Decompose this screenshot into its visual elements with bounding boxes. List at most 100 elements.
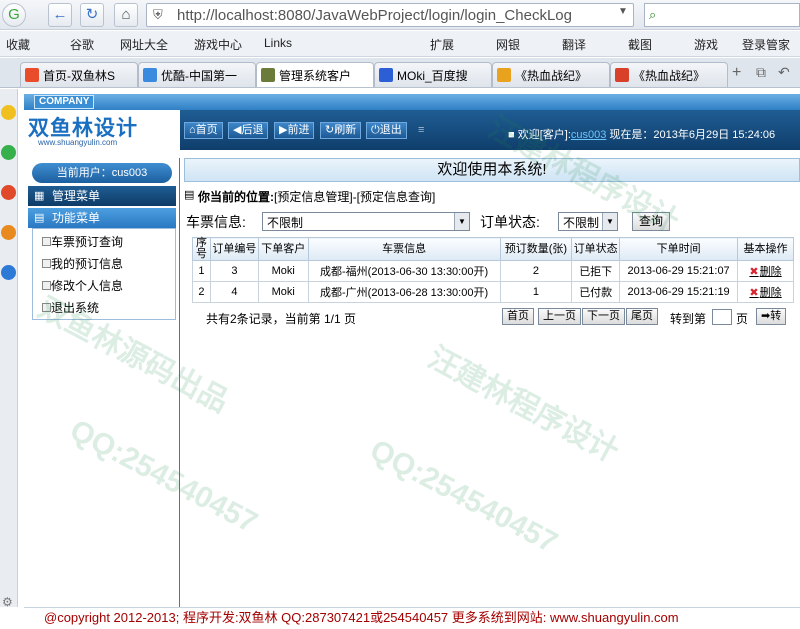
next-page-button[interactable]: 下一页: [582, 308, 625, 325]
status-label: 订单状态:: [480, 214, 540, 230]
bookmark-item[interactable]: 游戏中心: [194, 36, 242, 53]
forward-button[interactable]: ▶前进: [274, 122, 315, 139]
bookmark-item[interactable]: 截图: [628, 36, 652, 53]
go-button[interactable]: ➡转: [756, 308, 787, 325]
delete-link[interactable]: 删除: [749, 266, 781, 278]
browser-tab-active[interactable]: 管理系统客户: [256, 62, 374, 87]
bookmark-item[interactable]: 登录管家: [742, 36, 800, 53]
welcome-text: ■ 欢迎[客户]:cus003 现在是：2013年6月29日 15:24:06: [508, 129, 776, 141]
chevron-down-icon[interactable]: ▼: [618, 6, 628, 17]
refresh-button[interactable]: ↻刷新: [320, 122, 362, 139]
col-actions: 基本操作: [737, 237, 794, 261]
company-tag: COMPANY: [34, 95, 95, 109]
tab-favicon-icon: [143, 68, 157, 82]
browser-logo-icon[interactable]: G: [2, 3, 26, 27]
func-menu-header[interactable]: ▤ 功能菜单: [28, 208, 176, 228]
bookmark-item[interactable]: Links: [264, 36, 292, 50]
col-order-id: 订单编号: [209, 237, 259, 261]
bookmark-item[interactable]: 扩展: [430, 36, 454, 53]
browser-tab[interactable]: 《热血战纪》: [492, 62, 610, 87]
list-icon: ▤: [34, 212, 45, 224]
prev-page-button[interactable]: 上一页: [538, 308, 581, 325]
cell: 删除: [737, 281, 794, 303]
grip-icon: ≡: [418, 124, 425, 136]
user-link[interactable]: cus003: [571, 129, 606, 141]
ticket-label: 车票信息:: [186, 214, 246, 230]
refresh-icon[interactable]: ↻: [80, 3, 104, 27]
bookmark-item[interactable]: 谷歌: [70, 36, 94, 53]
ticket-select[interactable]: 不限制 ▼: [262, 212, 470, 231]
star-icon[interactable]: [1, 105, 16, 120]
table-header: 序号 订单编号 下单客户 车票信息 预订数量(张) 订单状态 下单时间 基本操作: [192, 237, 794, 261]
tab-favicon-icon: [497, 68, 511, 82]
first-page-button[interactable]: 首页: [502, 308, 534, 325]
logo-url: www.shuangyulin.com: [38, 138, 118, 147]
browser-tab[interactable]: 《热血战纪》: [610, 62, 728, 87]
bookmark-item[interactable]: 网址大全: [120, 36, 168, 53]
query-button[interactable]: 查询: [632, 212, 671, 231]
app-toolbar: ⌂首页 ◀后退 ▶前进 ↻刷新 ⏻退出 ≡ ■ 欢迎[客户]:cus003 现在…: [180, 110, 800, 150]
cell: Moki: [257, 260, 309, 282]
table-row: 1 3 Moki 成都-福州(2013-06-30 13:30:00开) 2 已…: [192, 260, 794, 282]
app-icon[interactable]: [1, 225, 16, 240]
col-time: 下单时间: [619, 237, 739, 261]
home-button[interactable]: ⌂首页: [184, 122, 223, 139]
browser-address-row: G ← ↻ ⌂ ⛨ http://localhost:8080/JavaWebP…: [0, 0, 800, 30]
logout-button[interactable]: ⏻退出: [366, 122, 407, 139]
cell: 4: [209, 281, 259, 303]
mgmt-menu-header[interactable]: ▦ 管理菜单: [28, 186, 176, 206]
bookmark-item[interactable]: 翻译: [562, 36, 586, 53]
url-input[interactable]: ⛨ http://localhost:8080/JavaWebProject/l…: [146, 3, 634, 27]
cell: 1: [499, 281, 573, 303]
menu-item-edit-profile[interactable]: 修改个人信息: [41, 277, 123, 294]
shield-icon: ⛨: [153, 7, 163, 22]
app-icon[interactable]: [1, 265, 16, 280]
main-content: 欢迎使用本系统! ▤ 你当前的位置:[预定信息管理]-[预定信息查询] 车票信息…: [180, 158, 800, 607]
cell: 已拒下: [571, 260, 621, 282]
status-select[interactable]: 不限制 ▼: [558, 212, 618, 231]
cell: 3: [209, 260, 259, 282]
tab-favicon-icon: [25, 68, 39, 82]
col-ticket: 车票信息: [307, 237, 501, 261]
menu-item-ticket-query[interactable]: 车票预订查询: [41, 233, 123, 250]
chevron-down-icon: ▼: [454, 213, 469, 230]
page-input[interactable]: [712, 309, 732, 325]
logo: 双鱼林设计 www.shuangyulin.com: [24, 110, 180, 150]
cell: 成都-福州(2013-06-30 13:30:00开): [307, 260, 501, 282]
goto-label: 转到第: [670, 312, 707, 326]
bookmark-item[interactable]: 网银: [496, 36, 520, 53]
filter-bar: 车票信息: 不限制 ▼ 订单状态: 不限制 ▼ 查询: [184, 212, 800, 232]
cell: 删除: [737, 260, 794, 282]
browser-tab[interactable]: 优酷-中国第一: [138, 62, 256, 87]
back-icon[interactable]: ←: [48, 3, 72, 27]
col-customer: 下单客户: [257, 237, 309, 261]
chat-icon[interactable]: [1, 145, 16, 160]
delete-link[interactable]: 删除: [749, 287, 781, 299]
company-bar: COMPANY: [24, 94, 800, 110]
browser-tab[interactable]: 首页-双鱼林S: [20, 62, 138, 87]
weibo-icon[interactable]: [1, 185, 16, 200]
power-icon: ⏻: [371, 124, 380, 136]
home-icon: ⌂: [189, 124, 196, 136]
col-status: 订单状态: [571, 237, 621, 261]
menu-item-my-orders[interactable]: 我的预订信息: [41, 255, 123, 272]
url-text: http://localhost:8080/JavaWebProject/log…: [177, 7, 572, 24]
current-user: 当前用户：cus003: [32, 163, 172, 183]
back-button[interactable]: ◀后退: [228, 122, 269, 139]
tab-list-icon[interactable]: ⧉: [756, 64, 766, 81]
bookmark-item[interactable]: 游戏: [694, 36, 718, 53]
footer: @copyright 2012-2013; 程序开发:双鱼林 QQ:287307…: [24, 607, 800, 629]
tab-favicon-icon: [379, 68, 393, 82]
search-input[interactable]: ⌕: [644, 3, 800, 27]
browser-tab[interactable]: MOki_百度搜: [374, 62, 492, 87]
undo-icon[interactable]: ↶: [778, 64, 790, 81]
menu-item-logout[interactable]: 退出系统: [41, 299, 99, 316]
new-tab-icon[interactable]: +: [732, 64, 741, 82]
cell: 2013-06-29 15:21:19: [619, 281, 739, 303]
bookmark-item[interactable]: 收藏: [6, 36, 30, 53]
last-page-button[interactable]: 尾页: [626, 308, 658, 325]
home-icon[interactable]: ⌂: [114, 3, 138, 27]
pager-summary: 共有2条记录，当前第 1/1 页: [206, 312, 357, 326]
gear-icon[interactable]: ⚙: [2, 595, 13, 609]
cell: 2: [192, 281, 211, 303]
